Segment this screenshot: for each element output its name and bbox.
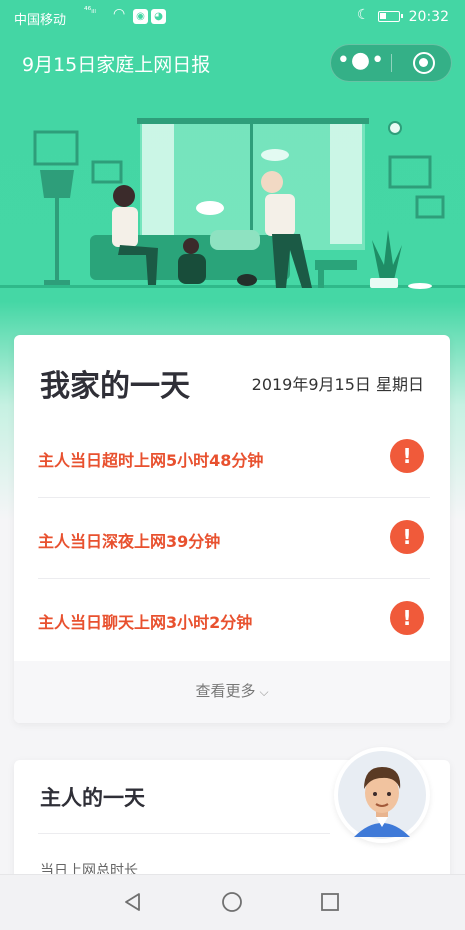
page-title: 9月15日家庭上网日报 [22, 54, 211, 76]
grandpa-body [265, 194, 295, 236]
child-body [178, 254, 206, 284]
report-date: 2019年9月15日 星期日 [251, 375, 424, 394]
family-day-card: 我家的一天 2019年9月15日 星期日 主人当日超时上网5小时48分钟 ! 主… [14, 335, 450, 723]
avatar[interactable] [334, 747, 430, 843]
alert-row[interactable]: 主人当日聊天上网3小时2分钟 ! [38, 579, 430, 659]
tv-stand-leg [318, 270, 324, 288]
robot-vacuum [408, 283, 432, 289]
alert-text: 主人当日深夜上网39分钟 [38, 532, 221, 551]
moon-icon: ☾ [357, 7, 370, 23]
alert-icon: ! [390, 439, 424, 473]
mother-head [113, 185, 135, 207]
lamp-base [44, 280, 70, 285]
alert-icon: ! [390, 601, 424, 635]
see-more-label: 查看更多 [195, 682, 256, 700]
clock: 20:32 [408, 9, 449, 25]
lamp-shade [40, 170, 74, 198]
carrier-label: 中国移动 [14, 13, 67, 28]
lamp-pole [55, 198, 59, 283]
alert-icon: ! [390, 520, 424, 554]
alert-text: 主人当日超时上网5小时48分钟 [38, 451, 264, 470]
plant [372, 230, 402, 280]
wall-picture [91, 160, 123, 184]
status-bar: 中国移动 ⁴⁶ᵢₗₗ ◠ ◉ ◕ ☾ 20:32 [0, 0, 465, 34]
battery-icon [378, 11, 403, 22]
back-triangle-icon[interactable] [122, 891, 144, 913]
card-title: 我家的一天 [40, 369, 190, 404]
wall-picture [388, 155, 432, 189]
wall-picture [415, 195, 445, 219]
home-circle-icon[interactable] [221, 891, 243, 913]
record-close-icon[interactable] [413, 52, 435, 74]
dog [237, 274, 257, 286]
mini-program-capsule: •●• [330, 44, 452, 82]
sofa-pillow [210, 230, 260, 250]
window-frame [250, 124, 253, 248]
owl-app-icon: ◕ [151, 9, 166, 24]
signal-icon: ⁴⁶ᵢₗₗ [84, 6, 96, 16]
tv-stand [315, 260, 357, 270]
grandpa-head [261, 171, 283, 193]
child-head [183, 238, 199, 254]
more-dots-icon[interactable]: •●• [331, 45, 391, 81]
card-title: 主人的一天 [40, 786, 145, 810]
cloud [261, 149, 289, 161]
cat [196, 201, 224, 215]
shield-app-icon: ◉ [133, 9, 148, 24]
recent-apps-square-icon[interactable] [320, 892, 340, 912]
alert-row[interactable]: 主人当日深夜上网39分钟 ! [38, 498, 430, 579]
see-more-button[interactable]: 查看更多 ⌵ [14, 661, 450, 723]
battery-level [380, 13, 386, 19]
divider [38, 833, 330, 834]
capsule-divider [391, 54, 392, 72]
curtain-right [330, 124, 362, 244]
wall-camera [388, 121, 402, 135]
system-navigation-bar [0, 874, 465, 930]
wifi-icon: ◠ [113, 6, 126, 22]
chevron-down-icon: ⌵ [259, 685, 269, 699]
alert-text: 主人当日聊天上网3小时2分钟 [38, 613, 253, 632]
mother-body [112, 207, 138, 247]
plant-pot [370, 278, 398, 288]
avatar-icon [338, 751, 426, 839]
alert-row[interactable]: 主人当日超时上网5小时48分钟 ! [38, 417, 430, 498]
wall-picture [33, 130, 79, 166]
curtain-rod [137, 118, 369, 124]
curtain-left [142, 124, 174, 244]
family-illustration [0, 118, 465, 289]
